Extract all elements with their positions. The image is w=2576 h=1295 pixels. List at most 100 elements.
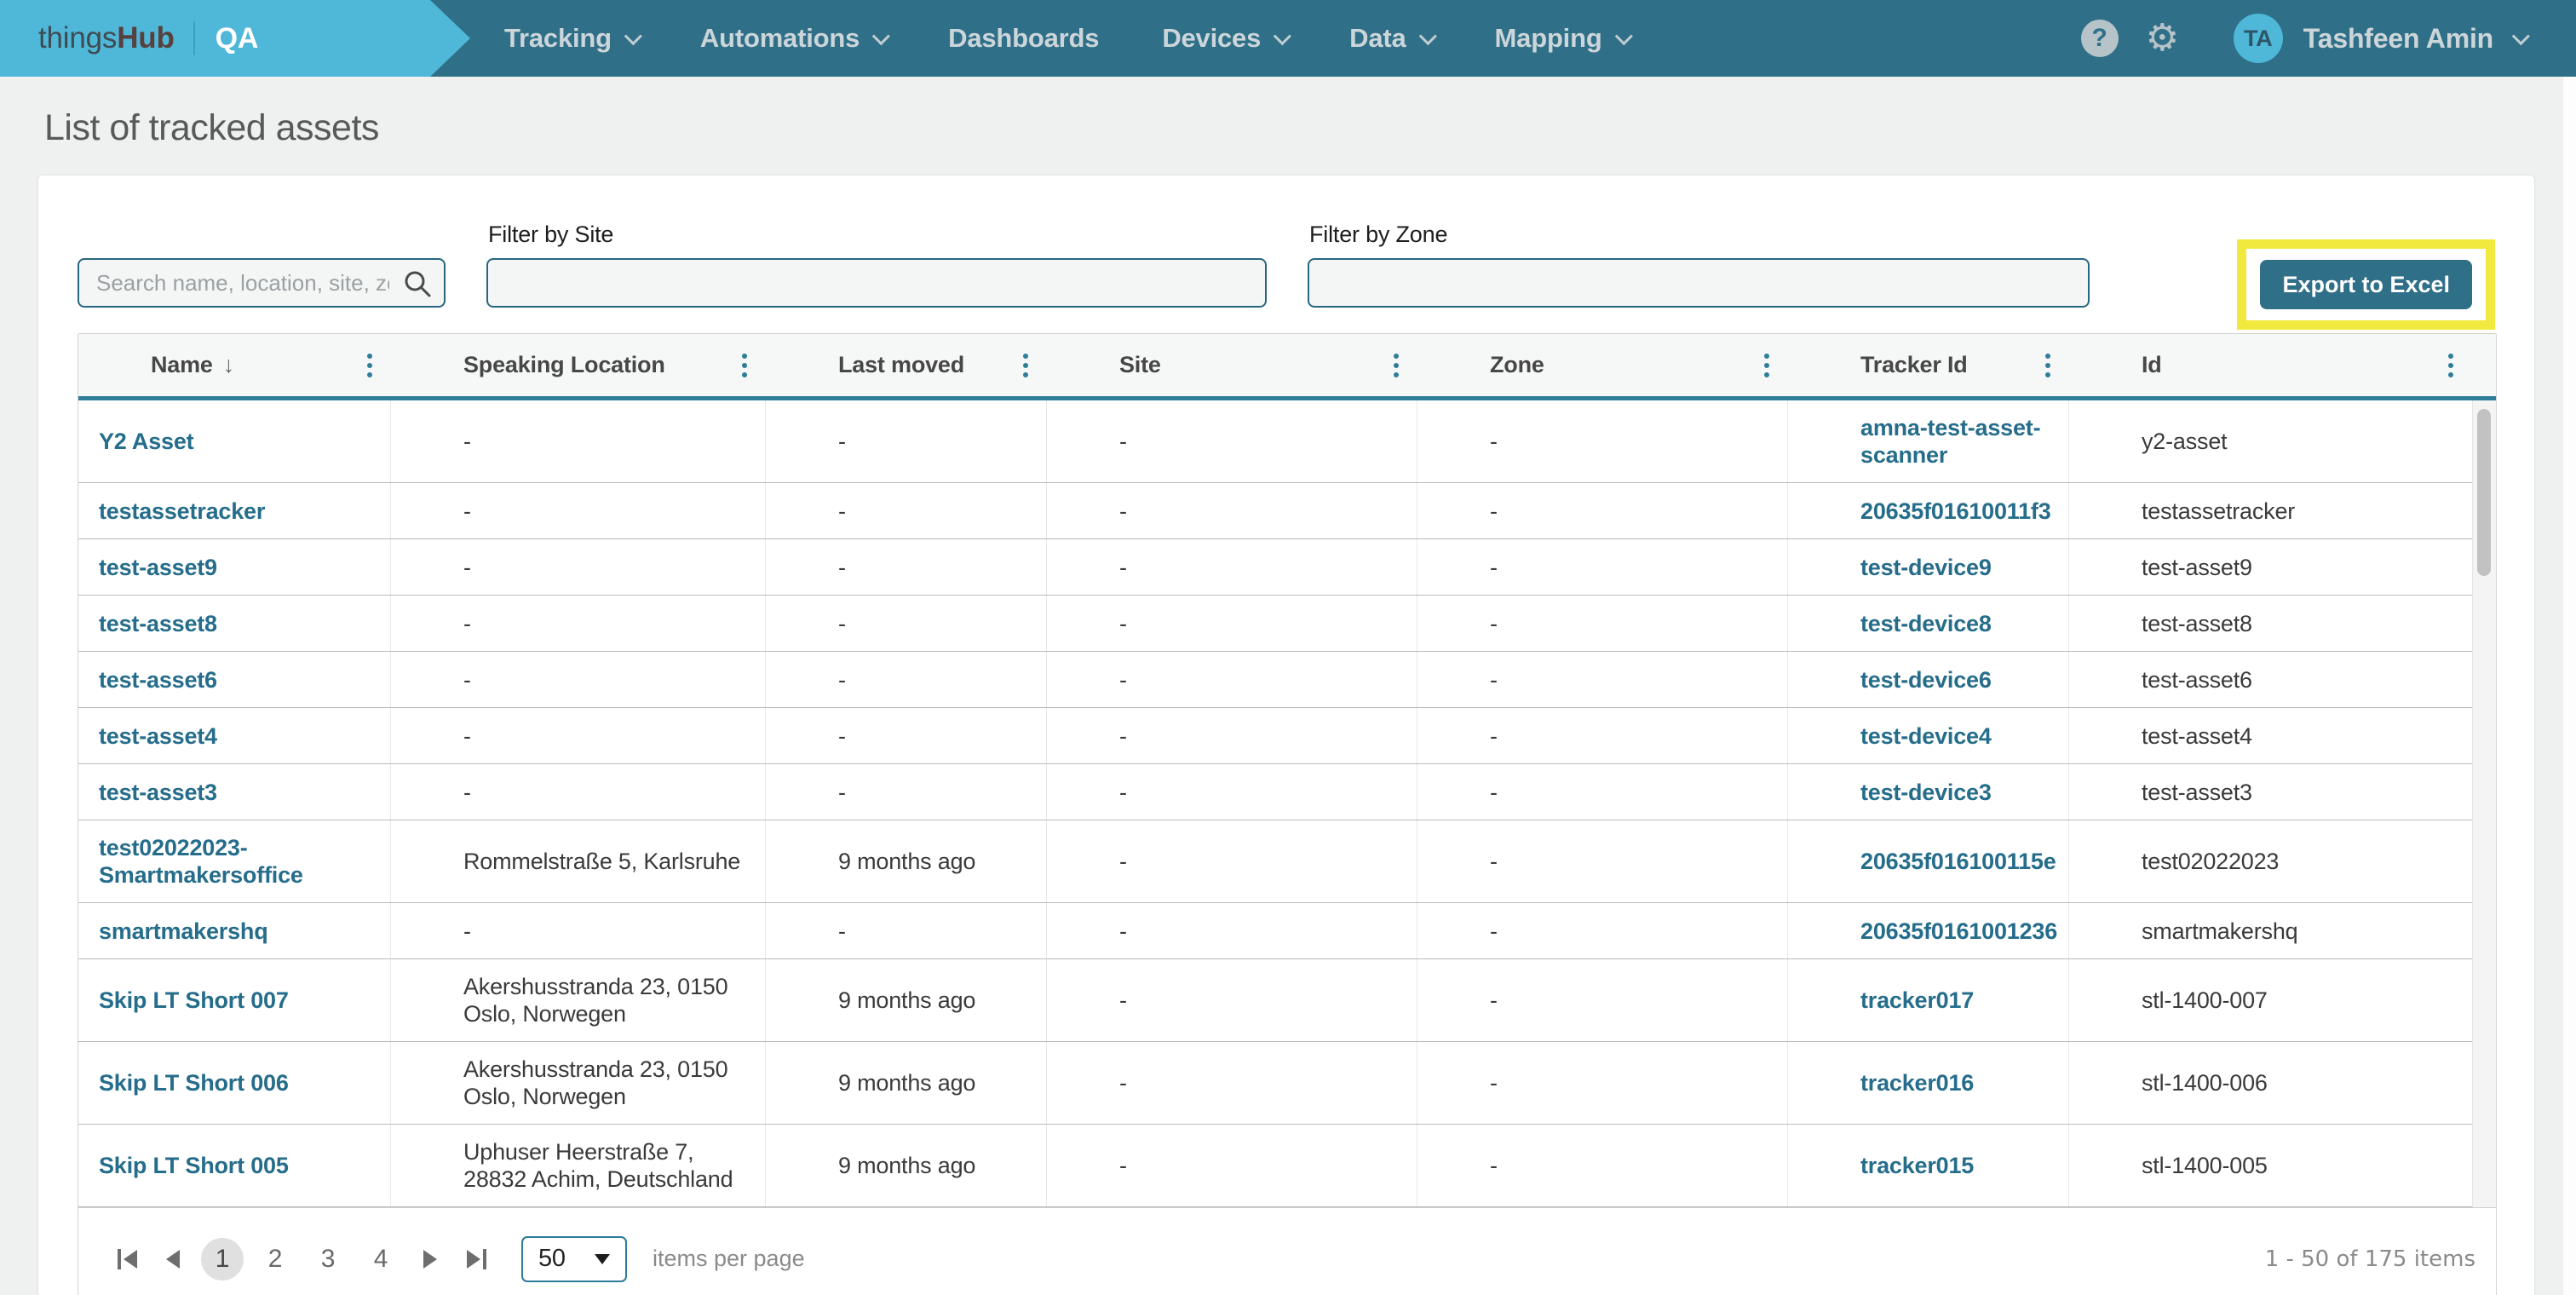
- gear-icon[interactable]: ⚙: [2146, 20, 2179, 57]
- asset-name-link[interactable]: test-asset3: [99, 779, 217, 806]
- previous-page-button[interactable]: [150, 1236, 196, 1282]
- nav-menu-item-label: Devices: [1162, 23, 1261, 54]
- cell-tracker-id: tracker015: [1788, 1125, 2069, 1206]
- asset-name-link[interactable]: testassetracker: [99, 498, 265, 525]
- page-number-button[interactable]: 1: [201, 1238, 244, 1281]
- cell-zone: -: [1417, 400, 1788, 482]
- tracker-id-link[interactable]: test-device6: [1860, 666, 1992, 694]
- tracker-id-link[interactable]: 20635f0161001236: [1860, 918, 2057, 945]
- cell-zone: -: [1417, 539, 1788, 595]
- cell-id: test-asset9: [2069, 539, 2472, 595]
- tracker-id-link[interactable]: test-device4: [1860, 722, 1992, 750]
- tracker-id-link[interactable]: 20635f01610011f3: [1860, 498, 2051, 525]
- column-header[interactable]: Last moved: [766, 334, 1047, 396]
- export-to-excel-button[interactable]: Export to Excel: [2260, 260, 2472, 309]
- asset-name-link[interactable]: test-asset4: [99, 722, 217, 750]
- column-menu-icon[interactable]: [1759, 348, 1774, 383]
- asset-name-link[interactable]: test-asset8: [99, 610, 217, 637]
- zone-filter-input[interactable]: [1308, 258, 2090, 308]
- cell-speaking-location: -: [391, 764, 766, 820]
- page-number-button[interactable]: 2: [254, 1238, 296, 1281]
- column-header-label: Last moved: [838, 352, 964, 378]
- nav-menu-item[interactable]: Devices: [1162, 23, 1286, 54]
- search-input[interactable]: [78, 258, 446, 308]
- nav-menu-item[interactable]: Automations: [700, 23, 885, 54]
- grid-scrollbar-thumb[interactable]: [2477, 409, 2491, 576]
- cell-name: test02022023-Smartmakersoffice: [78, 820, 391, 902]
- cell-zone: -: [1417, 820, 1788, 902]
- cell-zone: -: [1417, 1125, 1788, 1206]
- table-row: test02022023-Smartmakersoffice Rommelstr…: [78, 820, 2472, 903]
- asset-name-link[interactable]: Skip LT Short 007: [99, 987, 289, 1014]
- nav-menu-item[interactable]: Dashboards: [948, 23, 1099, 54]
- column-header[interactable]: Tracker Id: [1788, 334, 2069, 396]
- first-page-button[interactable]: [104, 1236, 150, 1282]
- cell-site: -: [1047, 959, 1417, 1041]
- cell-speaking-location: -: [391, 483, 766, 538]
- asset-name-link[interactable]: smartmakershq: [99, 918, 268, 945]
- column-menu-icon[interactable]: [737, 348, 752, 383]
- cell-tracker-id: 20635f0161001236: [1788, 903, 2069, 958]
- cell-zone: -: [1417, 903, 1788, 958]
- asset-name-link[interactable]: test-asset9: [99, 554, 217, 581]
- chevron-down-icon: [624, 27, 642, 45]
- tracker-id-link[interactable]: test-device3: [1860, 779, 1992, 806]
- column-menu-icon[interactable]: [1018, 348, 1033, 383]
- column-header-label: Speaking Location: [463, 352, 665, 378]
- column-menu-icon[interactable]: [2443, 348, 2458, 383]
- nav-menu-item[interactable]: Data: [1349, 23, 1431, 54]
- column-header[interactable]: Id: [2069, 334, 2472, 396]
- column-header[interactable]: Site: [1047, 334, 1417, 396]
- last-page-button[interactable]: [453, 1236, 499, 1282]
- site-filter-input[interactable]: [486, 258, 1267, 308]
- page-number-button[interactable]: 4: [359, 1238, 402, 1281]
- cell-tracker-id: amna-test-asset-scanner: [1788, 400, 2069, 482]
- cell-name: test-asset4: [78, 708, 391, 763]
- tracker-id-link[interactable]: 20635f016100115e: [1860, 848, 2056, 875]
- cell-id: y2-asset: [2069, 400, 2472, 482]
- page-size-select[interactable]: 50: [521, 1236, 627, 1282]
- chevron-down-icon: [1614, 27, 1632, 45]
- tracker-id-link[interactable]: test-device9: [1860, 554, 1992, 581]
- tracker-id-link[interactable]: tracker017: [1860, 987, 1974, 1014]
- asset-name-link[interactable]: test-asset6: [99, 666, 217, 694]
- table-row: test-asset6 - - - - test-device6 test-as…: [78, 652, 2472, 708]
- tracker-id-link[interactable]: test-device8: [1860, 610, 1992, 637]
- tracker-id-link[interactable]: tracker015: [1860, 1152, 1974, 1179]
- column-menu-icon[interactable]: [2040, 348, 2056, 383]
- browser-scrollbar[interactable]: [2562, 77, 2576, 1295]
- filter-toolbar: Filter by Site Filter by Zone Export to …: [78, 222, 2495, 308]
- column-header[interactable]: Speaking Location: [391, 334, 766, 396]
- asset-name-link[interactable]: Skip LT Short 006: [99, 1069, 289, 1096]
- column-header[interactable]: Zone: [1417, 334, 1788, 396]
- nav-menu-item[interactable]: Tracking: [504, 23, 637, 54]
- column-header[interactable]: Name ↓: [78, 334, 391, 396]
- avatar[interactable]: TA: [2234, 14, 2283, 63]
- page-number-button[interactable]: 3: [307, 1238, 349, 1281]
- table-row: Y2 Asset - - - - amna-test-asset-scanner…: [78, 400, 2472, 483]
- help-icon[interactable]: ?: [2081, 20, 2119, 57]
- chevron-down-icon: [1418, 27, 1436, 45]
- brand-banner[interactable]: thingsHub QA: [0, 0, 470, 77]
- cell-tracker-id: test-device6: [1788, 652, 2069, 707]
- asset-name-link[interactable]: test02022023-Smartmakersoffice: [99, 834, 378, 889]
- tracker-id-link[interactable]: tracker016: [1860, 1069, 1974, 1096]
- user-name[interactable]: Tashfeen Amin: [2303, 23, 2493, 55]
- cell-zone: -: [1417, 959, 1788, 1041]
- column-menu-icon[interactable]: [362, 348, 377, 383]
- cell-zone: -: [1417, 1042, 1788, 1124]
- search-icon: [403, 269, 432, 302]
- nav-menu-item[interactable]: Mapping: [1495, 23, 1628, 54]
- user-menu-chevron-icon[interactable]: [2512, 27, 2530, 45]
- column-menu-icon[interactable]: [1389, 348, 1404, 383]
- asset-name-link[interactable]: Skip LT Short 005: [99, 1152, 289, 1179]
- cell-id: stl-1400-006: [2069, 1042, 2472, 1124]
- next-page-icon: [423, 1250, 437, 1269]
- cell-tracker-id: test-device4: [1788, 708, 2069, 763]
- tracker-id-link[interactable]: amna-test-asset-scanner: [1860, 414, 2056, 469]
- next-page-button[interactable]: [407, 1236, 453, 1282]
- zone-filter-group: Filter by Zone: [1308, 222, 2090, 308]
- asset-name-link[interactable]: Y2 Asset: [99, 428, 193, 455]
- table-row: Skip LT Short 005 Uphuser Heerstraße 7, …: [78, 1125, 2472, 1207]
- table-row: smartmakershq - - - - 20635f0161001236 s…: [78, 903, 2472, 959]
